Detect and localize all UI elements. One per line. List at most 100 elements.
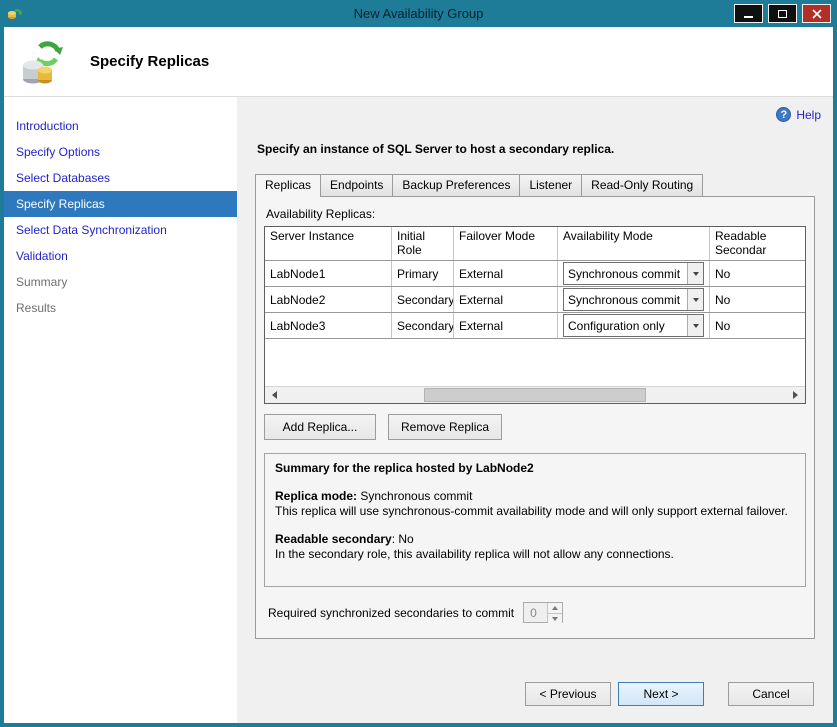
cell-initial-role[interactable]: Primary [392, 261, 454, 286]
dropdown-button[interactable] [687, 263, 703, 284]
scroll-right-button[interactable] [788, 387, 805, 403]
availability-mode-dropdown[interactable]: Synchronous commit [563, 288, 704, 311]
close-button[interactable] [802, 4, 831, 23]
sidebar-item-results: Results [4, 295, 237, 321]
cell-availability-mode: Synchronous commit [558, 287, 710, 312]
wizard-header: Specify Replicas [4, 27, 833, 97]
cell-initial-role[interactable]: Secondary [392, 313, 454, 338]
help-link[interactable]: ? Help [249, 107, 821, 122]
window-title: New Availability Group [0, 6, 837, 21]
tab-endpoints[interactable]: Endpoints [320, 174, 393, 196]
help-label: Help [796, 108, 821, 122]
instruction-text: Specify an instance of SQL Server to hos… [257, 142, 813, 156]
readable-secondary-description: In the secondary role, this availability… [275, 547, 795, 562]
cell-server-instance[interactable]: LabNode3 [265, 313, 392, 338]
availability-mode-value: Synchronous commit [564, 293, 687, 307]
add-replica-button[interactable]: Add Replica... [264, 414, 376, 440]
help-icon: ? [776, 107, 791, 122]
scrollbar-thumb[interactable] [424, 388, 647, 402]
maximize-button[interactable] [768, 4, 797, 23]
tab-backup-preferences[interactable]: Backup Preferences [392, 174, 520, 196]
replica-mode-label: Replica mode: [275, 489, 357, 503]
readable-secondary-value: : No [392, 532, 414, 546]
sidebar-item-specify-replicas[interactable]: Specify Replicas [4, 191, 237, 217]
sidebar-item-validation[interactable]: Validation [4, 243, 237, 269]
previous-button[interactable]: < Previous [525, 682, 611, 706]
wizard-steps-sidebar: Introduction Specify Options Select Data… [4, 97, 237, 723]
column-header-readable-secondary[interactable]: Readable Secondar [710, 227, 805, 260]
dropdown-button[interactable] [687, 315, 703, 336]
spinner-up-button[interactable] [548, 603, 562, 613]
replica-summary-box: Summary for the replica hosted by LabNod… [264, 453, 806, 587]
new-availability-group-window: New Availability Group [0, 0, 837, 727]
tab-replicas[interactable]: Replicas [255, 174, 321, 197]
readable-secondary-label: Readable secondary [275, 532, 392, 546]
sidebar-item-introduction[interactable]: Introduction [4, 113, 237, 139]
chevron-up-icon [552, 603, 558, 610]
cell-readable-secondary[interactable]: No [710, 261, 805, 286]
next-button[interactable]: Next > [618, 682, 704, 706]
scroll-left-button[interactable] [265, 387, 282, 403]
readable-secondary-line: Readable secondary: No [275, 532, 795, 547]
chevron-down-icon [693, 272, 699, 279]
availability-replicas-label: Availability Replicas: [266, 207, 806, 221]
sidebar-item-select-databases[interactable]: Select Databases [4, 165, 237, 191]
replicas-grid: Server Instance Initial Role Failover Mo… [264, 226, 806, 404]
replicas-tab-panel: Availability Replicas: Server Instance I… [255, 196, 815, 639]
sidebar-item-summary: Summary [4, 269, 237, 295]
titlebar: New Availability Group [0, 0, 837, 27]
wizard-content: ? Help Specify an instance of SQL Server… [237, 97, 833, 723]
cell-server-instance[interactable]: LabNode2 [265, 287, 392, 312]
column-header-initial-role[interactable]: Initial Role [392, 227, 454, 260]
close-icon [812, 9, 822, 19]
spinner-down-button[interactable] [548, 613, 562, 624]
scroll-right-icon [793, 391, 802, 399]
dropdown-button[interactable] [687, 289, 703, 310]
cell-availability-mode: Synchronous commit [558, 261, 710, 286]
wizard-footer: < Previous Next > Cancel [249, 682, 821, 723]
table-row[interactable]: LabNode1 Primary External Synchronous co… [265, 261, 805, 287]
grid-header: Server Instance Initial Role Failover Mo… [265, 227, 805, 261]
sidebar-item-select-data-synchronization[interactable]: Select Data Synchronization [4, 217, 237, 243]
table-row[interactable]: LabNode2 Secondary External Synchronous … [265, 287, 805, 313]
tab-read-only-routing[interactable]: Read-Only Routing [581, 174, 703, 196]
cell-failover-mode[interactable]: External [454, 287, 558, 312]
cell-failover-mode[interactable]: External [454, 261, 558, 286]
remove-replica-button[interactable]: Remove Replica [388, 414, 502, 440]
replica-mode-description: This replica will use synchronous-commit… [275, 504, 795, 519]
cell-readable-secondary[interactable]: No [710, 313, 805, 338]
replica-mode-line: Replica mode: Synchronous commit [275, 489, 795, 504]
table-row[interactable]: LabNode3 Secondary External Configuratio… [265, 313, 805, 339]
column-header-server-instance[interactable]: Server Instance [265, 227, 392, 260]
dialog-body: Specify Replicas Introduction Specify Op… [4, 27, 833, 723]
cell-initial-role[interactable]: Secondary [392, 287, 454, 312]
minimize-button[interactable] [734, 4, 763, 23]
grid-empty-area [265, 339, 805, 386]
cell-readable-secondary[interactable]: No [710, 287, 805, 312]
availability-mode-value: Synchronous commit [564, 267, 687, 281]
cancel-button[interactable]: Cancel [728, 682, 814, 706]
column-header-availability-mode[interactable]: Availability Mode [558, 227, 710, 260]
availability-group-icon [18, 37, 68, 87]
cell-server-instance[interactable]: LabNode1 [265, 261, 392, 286]
availability-mode-dropdown[interactable]: Synchronous commit [563, 262, 704, 285]
sidebar-item-specify-options[interactable]: Specify Options [4, 139, 237, 165]
cell-failover-mode[interactable]: External [454, 313, 558, 338]
horizontal-scrollbar[interactable] [265, 386, 805, 403]
replica-tabs: Replicas Endpoints Backup Preferences Li… [255, 174, 815, 196]
required-secondaries-input[interactable] [524, 603, 547, 622]
required-secondaries-label: Required synchronized secondaries to com… [268, 606, 514, 620]
chevron-down-icon [693, 298, 699, 305]
minimize-icon [744, 16, 753, 18]
availability-mode-value: Configuration only [564, 319, 687, 333]
tab-listener[interactable]: Listener [519, 174, 582, 196]
chevron-down-icon [693, 324, 699, 331]
replica-mode-value: Synchronous commit [357, 489, 472, 503]
scroll-left-icon [268, 391, 277, 399]
availability-mode-dropdown[interactable]: Configuration only [563, 314, 704, 337]
required-secondaries-spinner[interactable] [523, 602, 563, 623]
chevron-down-icon [552, 617, 558, 624]
app-icon [6, 6, 22, 22]
scrollbar-track[interactable] [282, 387, 788, 403]
column-header-failover-mode[interactable]: Failover Mode [454, 227, 558, 260]
